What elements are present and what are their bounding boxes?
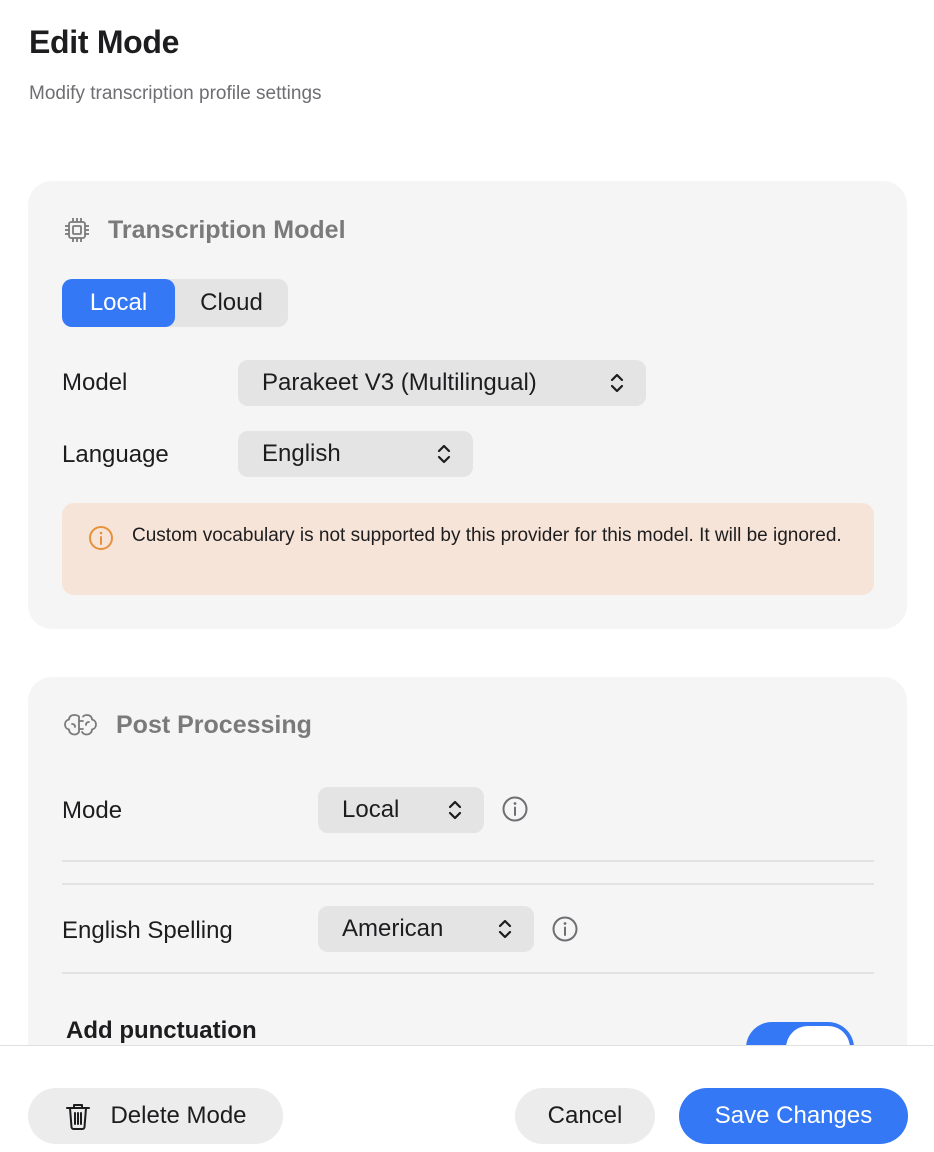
mode-info-icon[interactable]: [501, 795, 529, 823]
add-punctuation-label: Add punctuation: [66, 1017, 257, 1044]
divider: [62, 860, 874, 862]
language-select[interactable]: English: [238, 431, 473, 477]
english-spelling-label: English Spelling: [62, 917, 233, 944]
segment-cloud[interactable]: Cloud: [175, 279, 288, 327]
brain-icon: [64, 714, 97, 736]
cpu-chip-icon: [65, 218, 89, 242]
up-down-chevron-icon: [448, 800, 462, 820]
divider: [62, 883, 874, 885]
save-changes-button[interactable]: Save Changes: [679, 1088, 908, 1144]
up-down-chevron-icon: [610, 373, 624, 393]
post-processing-title: Post Processing: [116, 710, 312, 739]
edit-mode-sheet: Edit Mode Modify transcription profile s…: [0, 0, 934, 1152]
mode-label: Mode: [62, 797, 123, 824]
vocabulary-warning: Custom vocabulary is not supported by th…: [62, 503, 874, 595]
trash-icon: [66, 1104, 91, 1130]
post-processing-header: Post Processing: [62, 709, 312, 741]
transcription-model-header: Transcription Model: [62, 215, 346, 245]
warning-text: Custom vocabulary is not supported by th…: [132, 525, 842, 546]
english-spelling-select-value: American: [342, 915, 444, 942]
mode-select[interactable]: Local: [318, 787, 484, 833]
up-down-chevron-icon: [498, 919, 512, 939]
page-title: Edit Mode: [29, 24, 180, 60]
info-circle-icon: [89, 526, 113, 550]
spelling-info-icon[interactable]: [551, 915, 579, 943]
delete-mode-button[interactable]: Delete Mode: [28, 1088, 283, 1144]
page-subtitle: Modify transcription profile settings: [29, 83, 322, 104]
mode-select-value: Local: [342, 796, 400, 823]
cancel-button[interactable]: Cancel: [515, 1088, 655, 1144]
model-select[interactable]: Parakeet V3 (Multilingual): [238, 360, 646, 406]
transcription-model-title: Transcription Model: [108, 215, 346, 244]
up-down-chevron-icon: [437, 444, 451, 464]
divider: [62, 972, 874, 974]
segment-local[interactable]: Local: [62, 279, 175, 327]
language-label: Language: [62, 441, 169, 468]
model-label: Model: [62, 369, 128, 396]
post-processing-card: Post Processing Mode Local English Spell…: [28, 677, 907, 1077]
footer-bar: Delete Mode Cancel Save Changes: [0, 1045, 934, 1152]
provider-segmented-control: Local Cloud: [62, 279, 288, 327]
delete-mode-label: Delete Mode: [110, 1102, 247, 1129]
model-select-value: Parakeet V3 (Multilingual): [262, 369, 537, 396]
english-spelling-select[interactable]: American: [318, 906, 534, 952]
transcription-model-card: Transcription Model Local Cloud Model Pa…: [28, 181, 907, 629]
language-select-value: English: [262, 440, 341, 467]
